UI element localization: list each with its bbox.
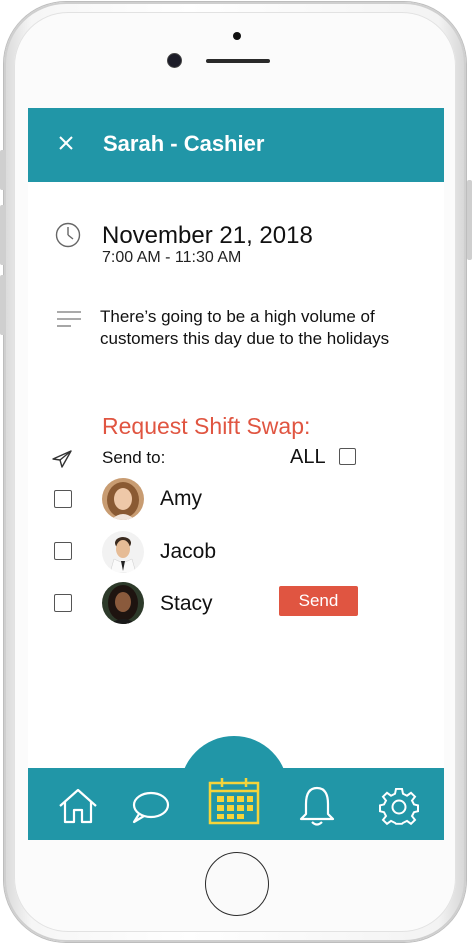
person-name: Stacy [160,592,213,615]
front-camera [168,54,181,67]
event-note: There’s going to be a high volume of cus… [100,307,390,348]
proximity-sensor [233,32,241,40]
earpiece-speaker [206,59,270,63]
mute-switch [0,150,5,190]
clock-icon [55,222,81,248]
avatar [102,478,144,520]
home-button[interactable] [205,852,269,916]
notes-icon [57,311,81,327]
event-date: November 21, 2018 [102,222,313,249]
chat-icon[interactable] [129,789,171,825]
avatar [102,582,144,624]
person-name: Jacob [160,540,217,563]
close-icon[interactable] [57,134,75,152]
select-all-checkbox[interactable] [339,448,356,465]
checkbox-jacob[interactable] [54,542,72,560]
swap-title: Request Shift Swap: [102,413,311,439]
volume-down-button [0,275,5,335]
person-name: Amy [160,487,202,510]
send-to-label: Send to: [102,448,166,467]
power-button [467,180,472,260]
gear-icon[interactable] [379,787,419,827]
home-icon[interactable] [56,786,100,826]
send-icon [52,450,72,468]
bell-icon[interactable] [296,784,338,828]
header-bar: Sarah - Cashier [28,108,444,182]
send-button[interactable]: Send [279,586,358,616]
volume-up-button [0,205,5,265]
checkbox-amy[interactable] [54,490,72,508]
avatar [102,531,144,573]
event-time: 7:00 AM - 11:30 AM [102,249,242,266]
all-label: ALL [290,446,326,468]
page-title: Sarah - Cashier [103,131,265,156]
checkbox-stacy[interactable] [54,594,72,612]
calendar-icon[interactable] [208,776,260,826]
app-screen: Sarah - Cashier November 21, 2018 7:00 A… [28,108,444,840]
